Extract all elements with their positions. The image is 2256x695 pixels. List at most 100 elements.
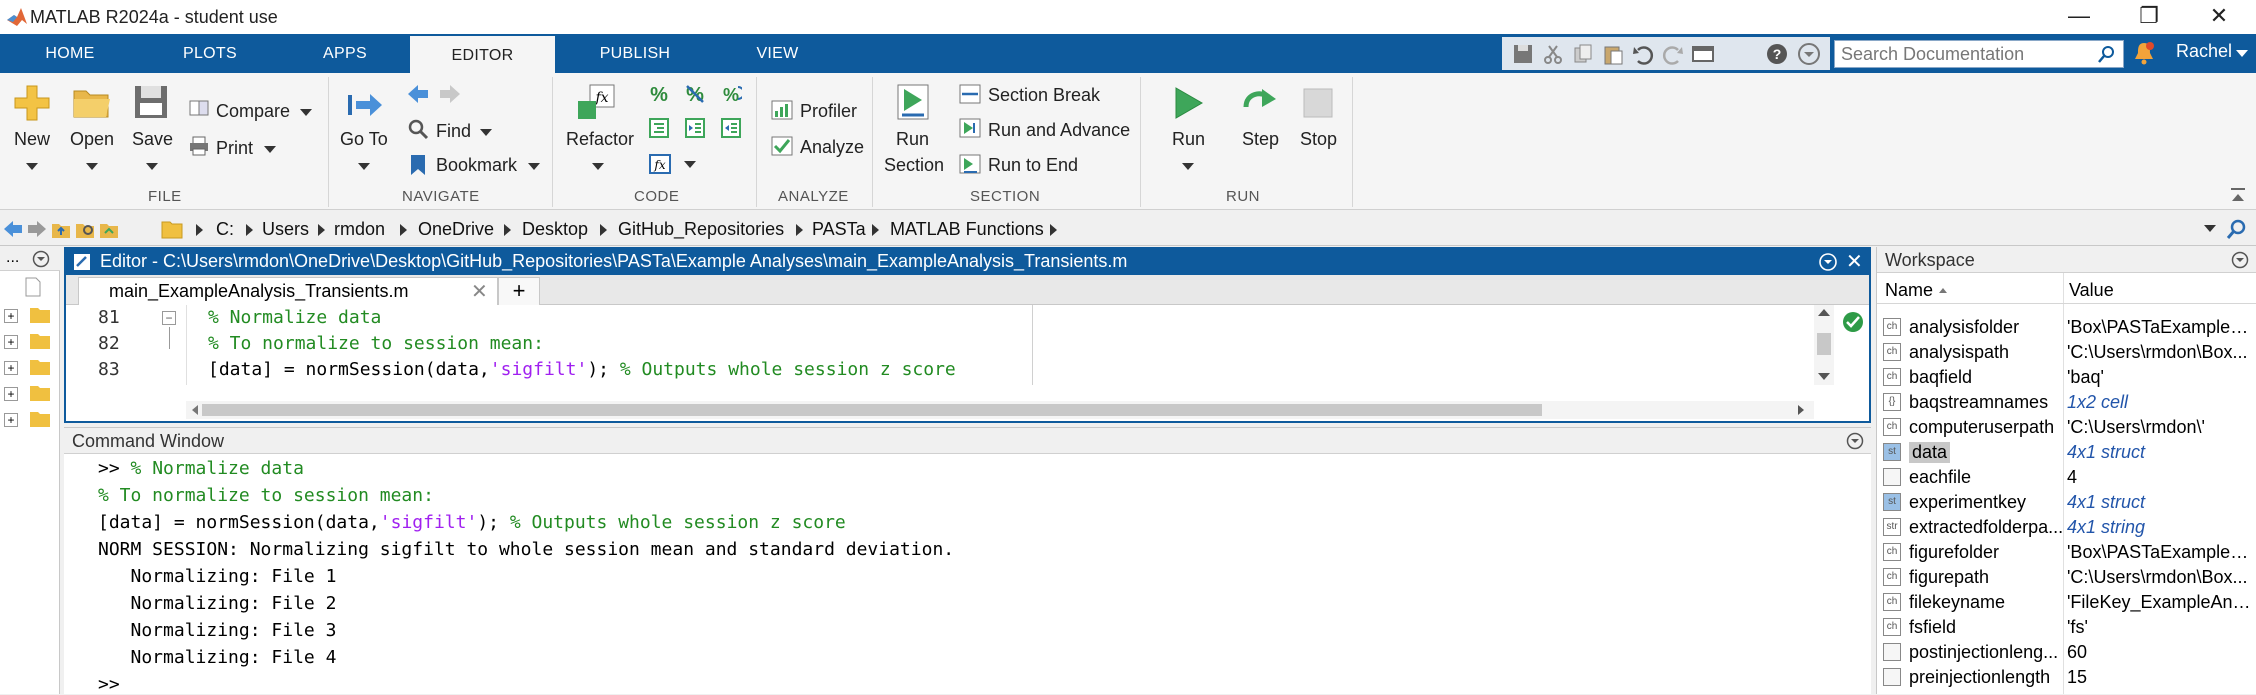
find-chevron-down-icon[interactable] — [480, 129, 492, 136]
find-magnifier-icon[interactable] — [406, 117, 430, 141]
folder-search-icon[interactable] — [2226, 218, 2248, 240]
forward-arrow-icon[interactable] — [438, 83, 462, 105]
open-folder-icon[interactable] — [72, 85, 112, 121]
workspace-row[interactable]: postinjectionleng... 60 — [1877, 640, 2256, 665]
refactor-button[interactable]: Refactor — [566, 129, 634, 150]
folder-history-chevron-down-icon[interactable] — [2204, 225, 2216, 232]
tab-main-example-analysis-transients[interactable]: main_ExampleAnalysis_Transients.m ✕ — [78, 277, 498, 305]
breadcrumb-desktop[interactable]: Desktop — [522, 219, 588, 240]
help-icon[interactable]: ? — [1764, 41, 1790, 67]
scroll-right-icon[interactable] — [1798, 405, 1804, 415]
refactor-icon[interactable]: fx — [576, 83, 618, 123]
close-button[interactable]: ✕ — [2186, 0, 2252, 34]
run-and-advance-icon[interactable] — [958, 117, 982, 139]
new-tab-button[interactable]: + — [498, 277, 540, 305]
stop-icon[interactable] — [1302, 87, 1334, 119]
value-column-header[interactable]: Value — [2069, 280, 2114, 301]
analyze-check-icon[interactable] — [770, 135, 794, 157]
folder-sync-icon[interactable] — [98, 218, 120, 240]
uncomment-icon[interactable]: % — [684, 83, 706, 105]
panel-options-icon[interactable] — [32, 250, 50, 268]
compare-chevron-down-icon[interactable] — [300, 109, 312, 116]
print-button[interactable]: Print — [216, 138, 253, 159]
save-chevron-down-icon[interactable] — [146, 163, 158, 170]
toolbar-options-icon[interactable] — [1796, 41, 1822, 67]
save-disk-icon[interactable] — [132, 83, 170, 121]
workspace-row[interactable]: ch figurefolder 'Box\PASTaExampleFi... — [1877, 540, 2256, 565]
command-prompt[interactable]: >> — [98, 674, 120, 695]
command-window-options-icon[interactable] — [1846, 432, 1864, 450]
run-play-icon[interactable] — [1170, 85, 1206, 121]
scroll-left-icon[interactable] — [192, 405, 198, 415]
breadcrumb-matlab-functions[interactable]: MATLAB Functions — [890, 219, 1044, 240]
save-icon[interactable] — [1510, 41, 1536, 67]
expand-icon[interactable]: + — [4, 413, 18, 427]
sort-ascending-icon[interactable] — [1939, 288, 1947, 293]
expand-icon[interactable]: + — [4, 387, 18, 401]
command-window[interactable]: Command Window >> % Normalize data % To … — [64, 427, 1871, 695]
tab-plots[interactable]: PLOTS — [140, 34, 280, 73]
search-icon[interactable] — [2097, 44, 2117, 64]
step-button[interactable]: Step — [1242, 129, 1279, 150]
file-icon[interactable] — [24, 277, 42, 297]
go-to-button[interactable]: Go To — [340, 129, 388, 150]
bookmark-chevron-down-icon[interactable] — [528, 163, 540, 170]
breadcrumb-users[interactable]: Users — [262, 219, 309, 240]
analyze-button[interactable]: Analyze — [800, 137, 864, 158]
run-button[interactable]: Run — [1172, 129, 1205, 150]
smart-indent-icon[interactable] — [648, 117, 670, 139]
editor-vertical-scrollbar[interactable] — [1814, 305, 1834, 385]
user-menu[interactable]: Rachel — [2176, 41, 2232, 62]
undo-icon[interactable] — [1630, 41, 1656, 67]
run-to-end-button[interactable]: Run to End — [988, 155, 1078, 176]
go-to-chevron-down-icon[interactable] — [358, 163, 370, 170]
new-plus-icon[interactable] — [12, 83, 52, 123]
wrap-comments-icon[interactable]: % — [720, 83, 742, 105]
go-to-icon[interactable] — [346, 89, 384, 121]
code-area[interactable]: 81 − % Normalize data 82 % To normalize … — [66, 305, 1869, 385]
profiler-button[interactable]: Profiler — [800, 101, 857, 122]
workspace-row[interactable]: ch filekeyname 'FileKey_ExampleAnal... — [1877, 590, 2256, 615]
run-to-end-icon[interactable] — [958, 153, 982, 175]
back-nav-arrow-icon[interactable] — [2, 219, 24, 239]
workspace-row[interactable]: ch figurepath 'C:\Users\rmdon\Box... — [1877, 565, 2256, 590]
editor-close-icon[interactable]: ✕ — [1846, 249, 1863, 274]
run-section-icon[interactable] — [894, 83, 932, 121]
workspace-row[interactable]: ch analysisfolder 'Box\PASTaExampleFi... — [1877, 315, 2256, 340]
copy-icon[interactable] — [1570, 41, 1596, 67]
scroll-down-icon[interactable] — [1818, 373, 1830, 380]
print-chevron-down-icon[interactable] — [264, 146, 276, 153]
tab-publish[interactable]: PUBLISH — [555, 34, 715, 73]
user-menu-chevron-down-icon[interactable] — [2236, 50, 2248, 57]
tab-editor[interactable]: EDITOR — [410, 34, 555, 73]
workspace-options-icon[interactable] — [2231, 251, 2249, 269]
print-icon[interactable] — [188, 135, 210, 157]
scroll-up-icon[interactable] — [1818, 309, 1830, 316]
open-button[interactable]: Open — [70, 129, 114, 150]
maximize-button[interactable]: ❐ — [2116, 0, 2182, 34]
collapse-ribbon-icon[interactable] — [2228, 185, 2248, 205]
breadcrumb-rmdon[interactable]: rmdon — [334, 219, 385, 240]
compare-button[interactable]: Compare — [216, 101, 290, 122]
workspace-row[interactable]: ch fsfield'fs' — [1877, 615, 2256, 640]
back-arrow-icon[interactable] — [406, 83, 430, 105]
name-column-header[interactable]: Name — [1885, 280, 1933, 301]
workspace-row[interactable]: preinjectionlength 15 — [1877, 665, 2256, 690]
breadcrumb-github-repositories[interactable]: GitHub_Repositories — [618, 219, 784, 240]
insert-function-icon[interactable]: fx — [648, 153, 672, 175]
run-and-advance-button[interactable]: Run and Advance — [988, 120, 1130, 141]
editor-horizontal-scrollbar[interactable] — [186, 401, 1814, 419]
breadcrumb-c[interactable]: C: — [216, 219, 234, 240]
paste-icon[interactable] — [1600, 41, 1626, 67]
increase-indent-icon[interactable] — [684, 117, 706, 139]
tab-view[interactable]: VIEW — [715, 34, 840, 73]
expand-icon[interactable]: + — [4, 361, 18, 375]
bookmark-icon[interactable] — [408, 153, 428, 177]
switch-windows-icon[interactable] — [1690, 41, 1716, 67]
workspace-row[interactable]: st experimentkey 4x1 struct — [1877, 490, 2256, 515]
tab-apps[interactable]: APPS — [280, 34, 410, 73]
stop-button[interactable]: Stop — [1300, 129, 1337, 150]
run-section-button-line2[interactable]: Section — [884, 155, 944, 176]
section-break-button[interactable]: Section Break — [988, 85, 1100, 106]
workspace-row[interactable]: ch baqfield'baq' — [1877, 365, 2256, 390]
